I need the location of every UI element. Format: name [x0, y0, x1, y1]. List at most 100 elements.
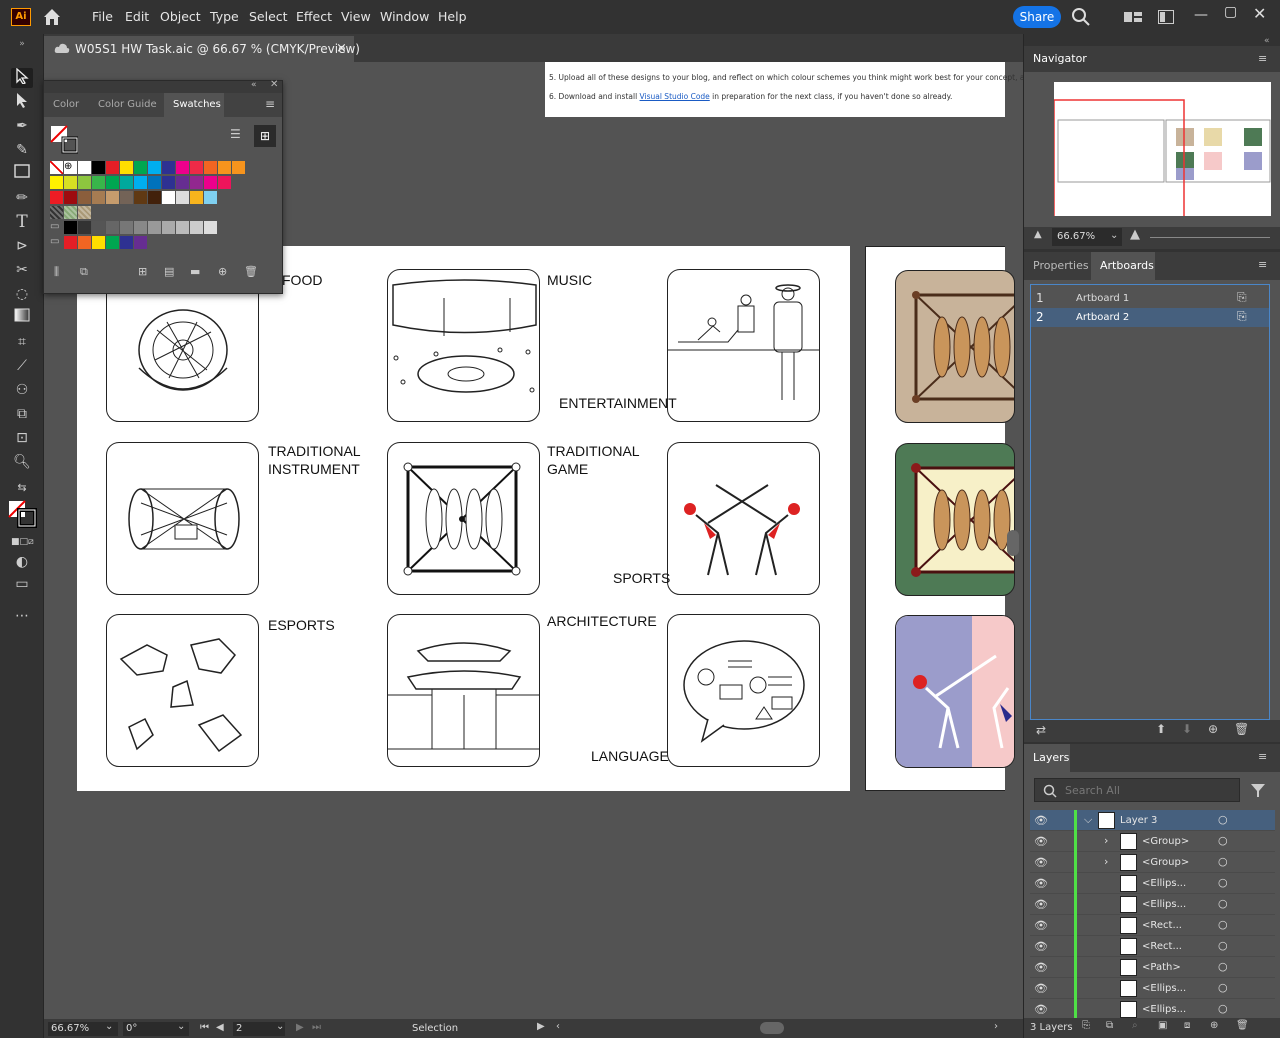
- menu-object[interactable]: Object: [160, 9, 201, 24]
- target-circle-icon[interactable]: ○: [1218, 918, 1228, 931]
- new-layer-icon[interactable]: ⊕: [1210, 1020, 1218, 1031]
- swatch-fill-stroke-icon[interactable]: [50, 125, 79, 155]
- maximize-icon[interactable]: ▢: [1224, 4, 1237, 20]
- swatch[interactable]: [78, 221, 91, 234]
- menu-select[interactable]: Select: [249, 9, 288, 24]
- target-circle-icon[interactable]: ○: [1218, 960, 1228, 973]
- document-tab[interactable]: W05S1 HW Task.aic @ 66.67 % (CMYK/Previe…: [44, 36, 360, 62]
- color-mode-icon[interactable]: ■□⧄: [11, 532, 34, 552]
- eyedropper-tool-icon[interactable]: ⟋: [11, 356, 33, 376]
- layer-row[interactable]: 👁︎ <Ellips... ○: [1030, 894, 1275, 915]
- panel-grip[interactable]: « ✕: [44, 79, 282, 93]
- tab-artboards[interactable]: Artboards: [1091, 252, 1155, 280]
- swatch[interactable]: [190, 161, 203, 174]
- swatch[interactable]: [120, 221, 133, 234]
- collapse-panel-icon[interactable]: «: [251, 80, 257, 90]
- swatch[interactable]: [78, 206, 91, 219]
- language-icon-card[interactable]: [667, 614, 820, 767]
- scissors-tool-icon[interactable]: ✂: [11, 260, 33, 280]
- artboard-options-icon[interactable]: ⎘: [1237, 309, 1247, 324]
- zoom-tool-icon[interactable]: 🔍︎: [11, 452, 33, 472]
- reflect-tool-icon[interactable]: ⊳: [11, 236, 33, 256]
- colored-yut-card-2[interactable]: [895, 443, 1015, 596]
- new-sublayer-icon[interactable]: ⧈: [1184, 1020, 1190, 1031]
- move-up-icon[interactable]: ⬆: [1156, 722, 1166, 736]
- swatch[interactable]: [218, 176, 231, 189]
- artboard-dropdown-icon[interactable]: ⌄: [276, 1021, 284, 1032]
- minimize-icon[interactable]: —: [1194, 7, 1208, 23]
- layer-row[interactable]: 👁︎ <Ellips... ○: [1030, 978, 1275, 999]
- scroll-right-icon[interactable]: ›: [994, 1021, 998, 1032]
- swatch[interactable]: [78, 191, 91, 204]
- last-artboard-icon[interactable]: ⏭: [312, 1022, 321, 1033]
- pen-tool-icon[interactable]: ✒: [11, 116, 33, 136]
- edit-toolbar-icon[interactable]: ⋯: [11, 606, 33, 626]
- delete-artboard-icon[interactable]: 🗑︎: [1234, 722, 1249, 736]
- swatch[interactable]: [120, 191, 133, 204]
- swatch[interactable]: [50, 191, 63, 204]
- zoom-out-icon[interactable]: ▲: [1034, 229, 1042, 240]
- vertical-scrollbar-thumb[interactable]: [1007, 530, 1019, 556]
- curvature-tool-icon[interactable]: ✎: [11, 140, 33, 160]
- swatch[interactable]: [162, 191, 175, 204]
- close-window-icon[interactable]: ✕: [1253, 4, 1266, 23]
- swatch-options-icon[interactable]: ▤: [164, 265, 174, 278]
- swatch[interactable]: [162, 176, 175, 189]
- menu-type[interactable]: Type: [210, 9, 239, 24]
- rearrange-artboards-icon[interactable]: ⇄: [1036, 723, 1046, 737]
- tab-swatches[interactable]: Swatches: [164, 93, 224, 117]
- zoom-in-icon[interactable]: ▲: [1130, 227, 1140, 242]
- swatch[interactable]: [64, 176, 77, 189]
- swatch[interactable]: [50, 161, 63, 174]
- layer-row[interactable]: 👁︎ › <Group> ○: [1030, 831, 1275, 852]
- target-circle-icon[interactable]: ○: [1218, 939, 1228, 952]
- tab-color-guide[interactable]: Color Guide: [98, 99, 157, 110]
- swatch[interactable]: [64, 221, 77, 234]
- esports-icon-card[interactable]: [106, 614, 259, 767]
- tab-color[interactable]: Color: [53, 99, 79, 110]
- artboard-1[interactable]: FOOD MUSIC ENTERTAINMENT TRADITIONAL INS…: [77, 246, 850, 791]
- layers-search[interactable]: Search All: [1034, 778, 1240, 802]
- swatch[interactable]: [204, 176, 217, 189]
- visibility-eye-icon[interactable]: 👁︎: [1034, 814, 1048, 827]
- swatch[interactable]: [148, 161, 161, 174]
- swatch[interactable]: [64, 236, 77, 249]
- next-artboard-icon[interactable]: ▶: [296, 1022, 304, 1033]
- visibility-eye-icon[interactable]: 👁︎: [1034, 898, 1048, 911]
- show-kinds-icon[interactable]: ⊞: [138, 265, 147, 278]
- swatch[interactable]: [106, 176, 119, 189]
- swatch[interactable]: [120, 161, 133, 174]
- horizontal-scrollbar-thumb[interactable]: [760, 1022, 784, 1034]
- swatch[interactable]: [50, 206, 63, 219]
- swatch[interactable]: [92, 221, 105, 234]
- swatch[interactable]: ▭: [50, 221, 63, 234]
- artboard-row-1[interactable]: 1 Artboard 1 ⎘: [1031, 289, 1269, 308]
- target-circle-icon[interactable]: ○: [1218, 855, 1228, 868]
- target-circle-icon[interactable]: ○: [1218, 834, 1228, 847]
- pencil-tool-icon[interactable]: ✏: [11, 188, 33, 208]
- swatch[interactable]: [204, 191, 217, 204]
- gradient-tool-icon[interactable]: [11, 308, 33, 328]
- layer-row[interactable]: 👁︎ <Rect... ○: [1030, 915, 1275, 936]
- entertainment-icon-card[interactable]: [667, 269, 820, 422]
- previous-artboard-icon[interactable]: ◀: [216, 1022, 224, 1033]
- draw-mode-icon[interactable]: ◐: [11, 552, 33, 572]
- tab-properties[interactable]: Properties: [1033, 259, 1089, 272]
- swatch[interactable]: [134, 221, 147, 234]
- home-icon[interactable]: [42, 7, 62, 27]
- visibility-eye-icon[interactable]: 👁︎: [1034, 856, 1048, 869]
- swatch[interactable]: [176, 161, 189, 174]
- layer-row-parent[interactable]: 👁︎ ⌵ Layer 3 ○: [1030, 810, 1275, 831]
- swatch[interactable]: [190, 176, 203, 189]
- swatch[interactable]: [78, 161, 91, 174]
- layer-row[interactable]: 👁︎ <Ellips... ○: [1030, 999, 1275, 1020]
- visibility-eye-icon[interactable]: 👁︎: [1034, 940, 1048, 953]
- swatch[interactable]: [218, 161, 231, 174]
- swatch[interactable]: [92, 161, 105, 174]
- artboards-menu-icon[interactable]: ≡: [1258, 258, 1267, 271]
- swatch[interactable]: [120, 236, 133, 249]
- swatch[interactable]: [176, 176, 189, 189]
- zoom-dropdown-icon[interactable]: ⌄: [105, 1021, 113, 1032]
- list-view-icon[interactable]: ☰: [230, 127, 241, 141]
- selection-tool-icon[interactable]: [11, 67, 33, 88]
